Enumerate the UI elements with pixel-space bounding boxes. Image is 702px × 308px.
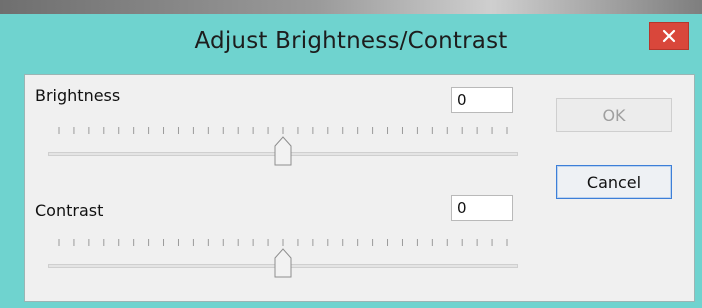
cancel-button[interactable]: Cancel <box>556 165 672 199</box>
desktop-backdrop <box>0 0 702 14</box>
contrast-slider-thumb[interactable] <box>274 248 292 278</box>
close-button[interactable] <box>649 22 689 50</box>
brightness-value-field[interactable]: 0 <box>451 87 513 113</box>
brightness-label: Brightness <box>35 86 121 105</box>
close-icon <box>662 29 676 43</box>
adjust-brightness-contrast-dialog: Adjust Brightness/Contrast Brightness 0 … <box>0 14 702 308</box>
brightness-slider[interactable] <box>48 126 518 170</box>
contrast-slider-ticks <box>58 238 508 248</box>
dialog-client-area: Brightness 0 Contrast 0 OK Cancel <box>24 74 695 302</box>
ok-button[interactable]: OK <box>556 98 672 132</box>
contrast-label: Contrast <box>35 201 104 220</box>
contrast-slider[interactable] <box>48 238 518 282</box>
title-bar[interactable]: Adjust Brightness/Contrast <box>0 14 702 76</box>
dialog-title: Adjust Brightness/Contrast <box>194 28 508 54</box>
brightness-slider-ticks <box>58 126 508 136</box>
contrast-value-field[interactable]: 0 <box>451 195 513 221</box>
brightness-slider-thumb[interactable] <box>274 136 292 166</box>
